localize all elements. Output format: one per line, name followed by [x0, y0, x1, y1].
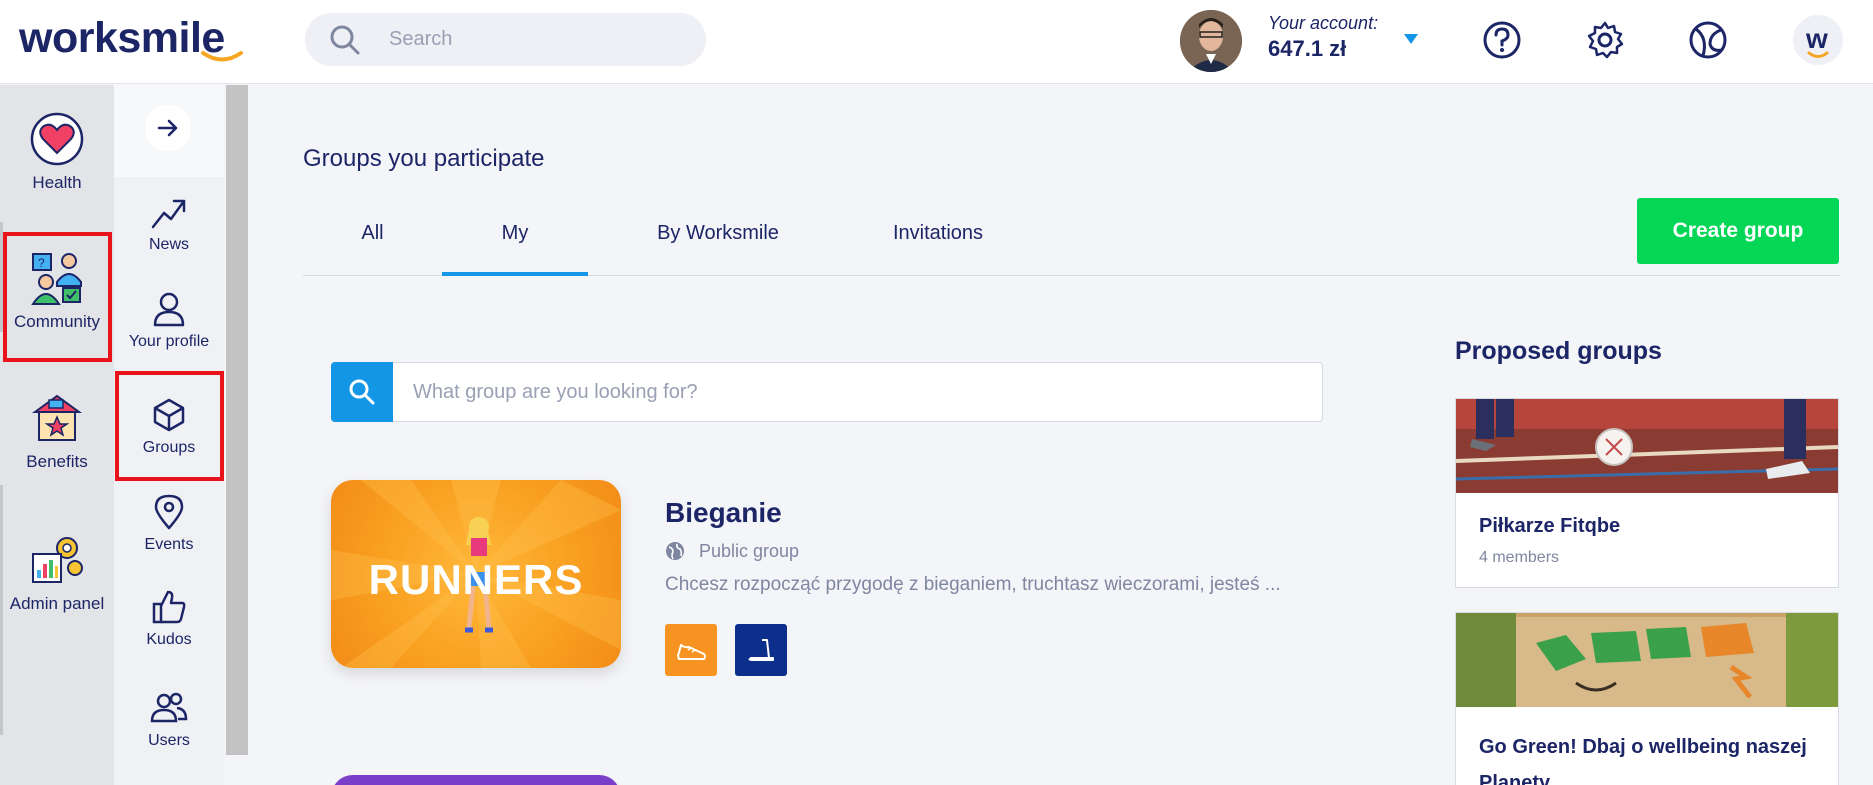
- top-header: worksmile Search Your account: 647.1 zł …: [0, 0, 1873, 84]
- page-title: Groups you participate: [303, 145, 545, 172]
- create-group-button[interactable]: Create group: [1637, 198, 1839, 264]
- thumbs-up-icon: [152, 590, 186, 624]
- account-label: Your account:: [1268, 13, 1379, 33]
- nav-item-benefits[interactable]: Benefits: [0, 390, 114, 472]
- profile-icon: [153, 292, 185, 327]
- nav-scrollbar[interactable]: [226, 85, 248, 755]
- next-group-card[interactable]: [331, 775, 621, 785]
- group-search-button[interactable]: [331, 362, 393, 422]
- user-menu-avatar[interactable]: w: [1793, 15, 1843, 65]
- location-pin-icon: [154, 494, 184, 530]
- trending-icon: [151, 199, 186, 229]
- avatar-photo-icon: [1180, 10, 1242, 72]
- proposed-group-card[interactable]: Piłkarze Fitqbe 4 members: [1455, 398, 1839, 588]
- highlight-groups: [115, 371, 224, 481]
- proposed-group-card[interactable]: Go Green! Dbaj o wellbeing naszej Planet…: [1455, 612, 1839, 785]
- tag-treadmill: [735, 624, 787, 676]
- football-field-image-icon: [1456, 399, 1838, 493]
- account-avatar[interactable]: [1180, 10, 1242, 72]
- group-search-placeholder: What group are you looking for?: [413, 381, 698, 403]
- tab-invitations[interactable]: Invitations: [858, 222, 1018, 245]
- sub-nav-label-news: News: [148, 236, 189, 253]
- collapse-nav-toggle[interactable]: [114, 85, 224, 177]
- highlight-community: [3, 232, 112, 362]
- tag-running: [665, 624, 717, 676]
- nav-label-benefits: Benefits: [26, 452, 88, 471]
- running-shoe-icon: [677, 644, 706, 660]
- sub-nav-item-users[interactable]: Users: [114, 689, 224, 750]
- avatar-smile-icon: [1807, 51, 1829, 58]
- proposed-groups-title: Proposed groups: [1455, 337, 1662, 365]
- runners-image-text: RUNNERS: [368, 556, 584, 603]
- search-icon: [330, 25, 360, 55]
- sub-nav-label-kudos: Kudos: [146, 631, 192, 648]
- proposed-group-name[interactable]: Go Green! Dbaj o wellbeing naszej Planet…: [1479, 729, 1819, 785]
- nav-item-admin-panel[interactable]: Admin panel: [0, 532, 114, 614]
- settings-gear-icon[interactable]: [1585, 20, 1625, 60]
- active-tab-indicator: [442, 272, 588, 276]
- tab-all[interactable]: All: [303, 222, 442, 245]
- arrow-right-icon: [157, 119, 178, 137]
- sports-ball-icon[interactable]: [1688, 20, 1728, 60]
- account-balance: 647.1 zł: [1268, 36, 1347, 61]
- sub-nav-item-your-profile[interactable]: Your profile: [114, 290, 224, 351]
- group-image-runners[interactable]: RUNNERS: [331, 480, 621, 668]
- group-tabs: All My By Worksmile Invitations: [303, 188, 1840, 276]
- proposed-group-members: 4 members: [1479, 549, 1560, 566]
- group-name[interactable]: Bieganie: [665, 497, 782, 529]
- nav-label-admin-panel: Admin panel: [9, 594, 105, 613]
- sub-nav-label-your-profile: Your profile: [128, 333, 210, 350]
- worksmile-logo[interactable]: worksmile: [19, 14, 225, 63]
- eco-sign-image-icon: [1456, 613, 1838, 707]
- account-dropdown-caret-icon[interactable]: [1404, 34, 1418, 44]
- tab-my[interactable]: My: [442, 222, 588, 245]
- proposed-group-image: [1456, 613, 1838, 707]
- users-icon: [150, 692, 188, 723]
- group-visibility: Public group: [699, 541, 800, 561]
- sub-nav-label-users: Users: [148, 732, 190, 749]
- search-placeholder: Search: [389, 28, 453, 50]
- heart-icon: [30, 112, 84, 166]
- search-icon: [349, 379, 375, 405]
- group-search-field[interactable]: What group are you looking for?: [331, 362, 1323, 422]
- nav-item-health[interactable]: Health: [0, 111, 114, 193]
- global-search-input[interactable]: Search: [305, 13, 706, 66]
- proposed-group-name[interactable]: Piłkarze Fitqbe: [1479, 515, 1620, 538]
- globe-icon: [666, 542, 684, 560]
- sub-nav-item-kudos[interactable]: Kudos: [114, 588, 224, 649]
- benefits-icon: [31, 394, 83, 441]
- main-nav: Health ? Community Benefits Admin panel: [0, 85, 114, 785]
- tab-by-worksmile[interactable]: By Worksmile: [633, 222, 803, 245]
- logo-smile-icon: [201, 51, 243, 62]
- sub-nav-item-events[interactable]: Events: [114, 493, 224, 554]
- sub-nav-label-events: Events: [144, 536, 194, 553]
- nav-label-health: Health: [32, 173, 82, 192]
- sub-nav-item-news[interactable]: News: [114, 193, 224, 254]
- treadmill-icon: [748, 639, 774, 661]
- proposed-group-image: [1456, 399, 1838, 493]
- admin-panel-icon: [32, 537, 83, 583]
- help-icon[interactable]: [1482, 20, 1522, 60]
- group-description: Chcesz rozpocząć przygodę z bieganiem, t…: [665, 574, 1281, 595]
